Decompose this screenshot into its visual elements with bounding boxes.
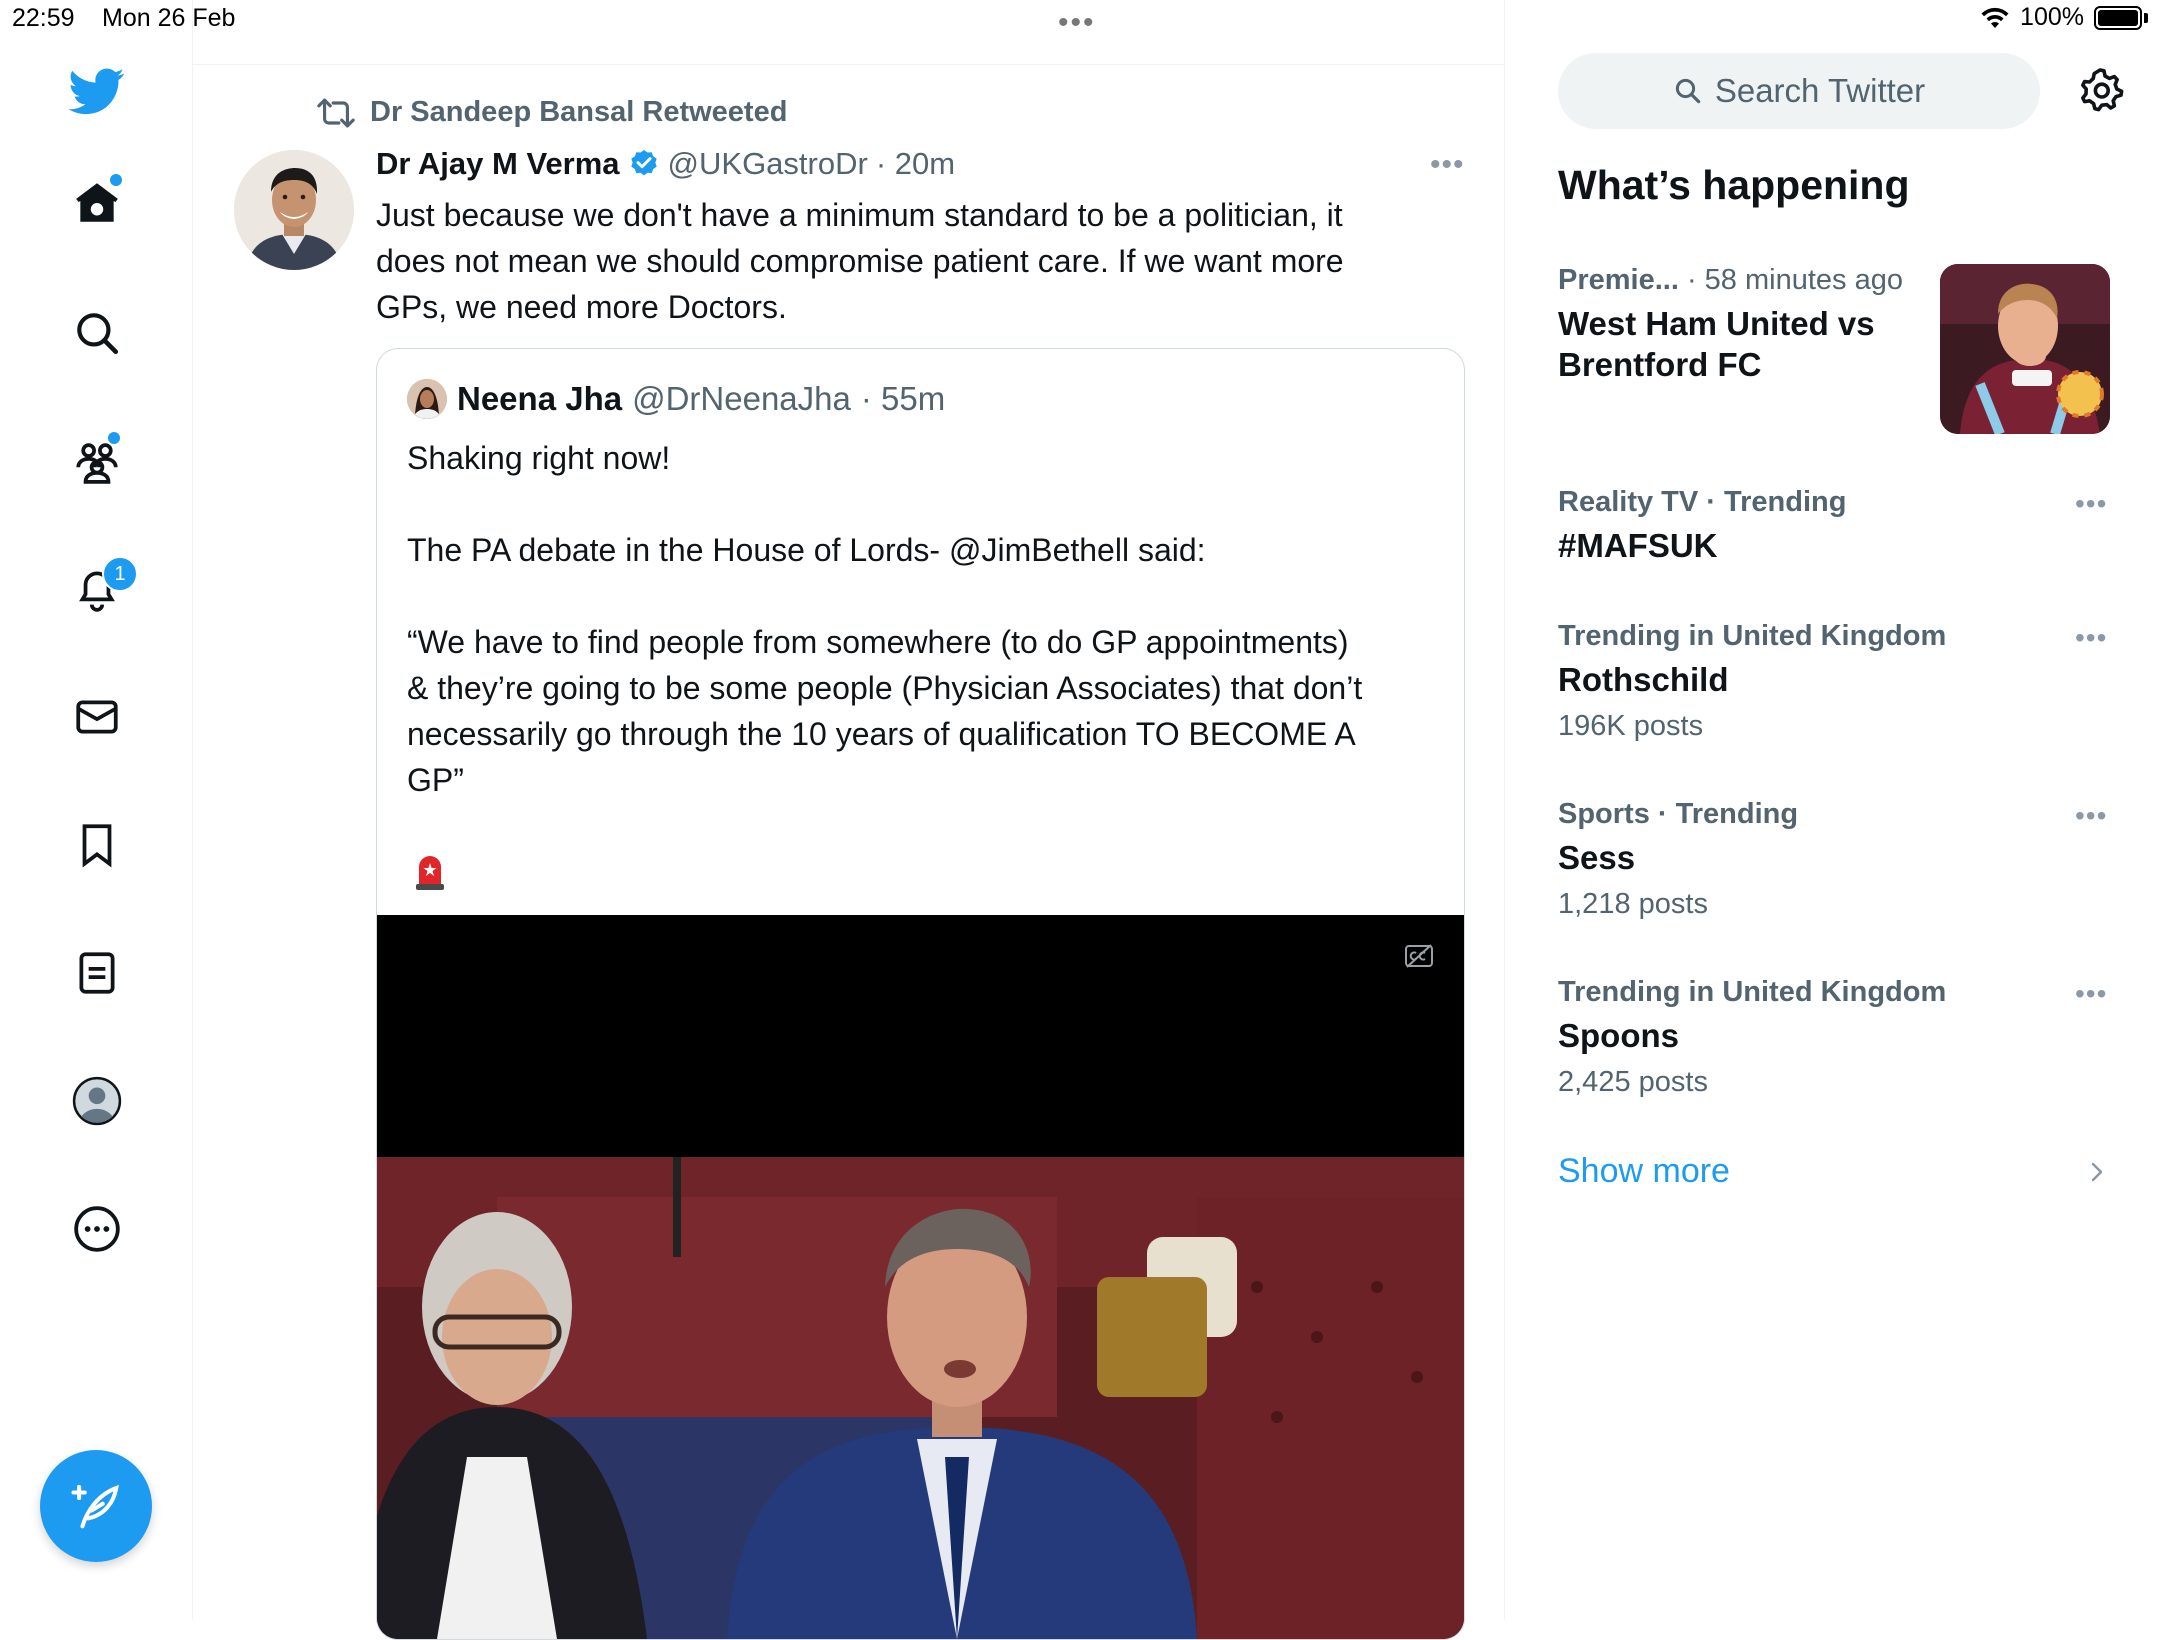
trend-title: West Ham United vs Brentford FC xyxy=(1558,305,1875,383)
battery-percent: 100% xyxy=(2020,3,2084,31)
siren-emoji-icon xyxy=(416,856,444,890)
home-icon[interactable] xyxy=(62,168,132,238)
communities-unread-dot xyxy=(106,430,122,446)
whats-happening-title: What’s happening xyxy=(1558,162,1910,208)
trend-post-count: 2,425 posts xyxy=(1558,1066,1708,1098)
notifications-bell-icon[interactable]: 1 xyxy=(62,554,138,624)
compose-feather-icon xyxy=(71,1484,119,1529)
author-avatar[interactable] xyxy=(234,150,354,270)
tweet-header: Dr Ajay M Verma @UKGastroDr · 20m xyxy=(376,146,955,182)
retweeted-by-label: Dr Sandeep Bansal Retweeted xyxy=(370,96,788,128)
left-nav-rail: 1 xyxy=(0,0,193,1620)
notification-count-badge: 1 xyxy=(102,556,138,592)
trend-post-count: 196K posts xyxy=(1558,710,1704,742)
chevron-right-icon xyxy=(2091,1162,2103,1182)
messages-envelope-icon[interactable] xyxy=(62,682,132,752)
battery-icon xyxy=(2094,5,2142,30)
show-more-link[interactable]: Show more xyxy=(1558,1152,1730,1191)
trend-item[interactable]: Reality TV · Trending #MAFSUK xyxy=(1558,486,2118,566)
trend-more-button[interactable]: ••• xyxy=(2075,800,2107,832)
quote-tweet-card[interactable]: Neena Jha @DrNeenaJha · 55m Shaking righ… xyxy=(376,348,1465,1640)
retweet-icon xyxy=(317,98,355,127)
captions-icon[interactable] xyxy=(1404,943,1434,969)
retweet-context[interactable]: Dr Sandeep Bansal Retweeted xyxy=(316,96,787,129)
battery-tip xyxy=(2144,12,2148,23)
trend-meta: Sports · Trending xyxy=(1558,798,1799,830)
trend-item[interactable]: Premie... · 58 minutes ago West Ham Unit… xyxy=(1558,264,1938,385)
trend-meta: Trending in United Kingdom xyxy=(1558,620,1947,652)
video-player[interactable] xyxy=(377,915,1464,1639)
quote-header: Neena Jha @DrNeenaJha · 55m xyxy=(407,379,945,419)
tweet-more-button[interactable]: ••• xyxy=(1430,148,1465,182)
quote-time[interactable]: · 55m xyxy=(861,380,945,418)
explore-search-icon[interactable] xyxy=(62,298,132,368)
author-handle[interactable]: @UKGastroDr xyxy=(668,146,868,182)
trend-meta: Trending in United Kingdom xyxy=(1558,976,1947,1008)
quote-text: Shaking right now! The PA debate in the … xyxy=(407,440,1363,798)
trend-meta: Premie... · 58 minutes ago xyxy=(1558,264,1903,296)
more-options-icon[interactable] xyxy=(62,1194,132,1264)
quote-author-handle[interactable]: @DrNeenaJha xyxy=(632,380,851,418)
quote-author-name[interactable]: Neena Jha xyxy=(457,380,622,418)
status-right: 100% xyxy=(1980,3,2148,32)
trend-item[interactable]: Trending in United Kingdom Spoons 2,425 … xyxy=(1558,976,2118,1099)
twitter-logo-icon[interactable] xyxy=(62,56,132,126)
wifi-icon xyxy=(1981,7,2009,28)
verified-badge-icon xyxy=(630,150,657,176)
trend-more-button[interactable]: ••• xyxy=(2075,622,2107,654)
search-icon xyxy=(1675,78,1701,104)
settings-gear-icon[interactable] xyxy=(2076,66,2124,114)
author-name[interactable]: Dr Ajay M Verma xyxy=(376,146,620,182)
tweet-time[interactable]: · 20m xyxy=(876,146,955,182)
trend-title: Spoons xyxy=(1558,1017,1679,1054)
search-placeholder: Search Twitter xyxy=(1714,72,1926,109)
trend-more-button[interactable]: ••• xyxy=(2075,488,2107,520)
video-frame xyxy=(377,1157,1464,1639)
search-input[interactable]: Search Twitter xyxy=(1558,53,2040,129)
home-unread-dot xyxy=(108,172,124,188)
profile-avatar-icon[interactable] xyxy=(62,1066,132,1136)
trend-post-count: 1,218 posts xyxy=(1558,888,1708,920)
header-divider xyxy=(193,64,1504,65)
trend-thumbnail[interactable] xyxy=(1940,264,2110,434)
bookmarks-icon[interactable] xyxy=(62,810,132,880)
trend-title: #MAFSUK xyxy=(1558,527,1718,564)
trend-title: Sess xyxy=(1558,839,1636,876)
trend-more-button[interactable]: ••• xyxy=(2075,978,2107,1010)
quote-author-avatar xyxy=(407,379,447,419)
tweet-text: Just because we don't have a minimum sta… xyxy=(376,197,1344,325)
trend-title: Rothschild xyxy=(1558,661,1729,698)
trend-meta: Reality TV · Trending xyxy=(1558,486,1847,518)
compose-tweet-button[interactable] xyxy=(40,1450,152,1562)
trend-item[interactable]: Trending in United Kingdom Rothschild 19… xyxy=(1558,620,2118,743)
lists-icon[interactable] xyxy=(62,938,132,1008)
communities-icon[interactable] xyxy=(62,426,132,496)
trend-item[interactable]: Sports · Trending Sess 1,218 posts xyxy=(1558,798,2118,921)
